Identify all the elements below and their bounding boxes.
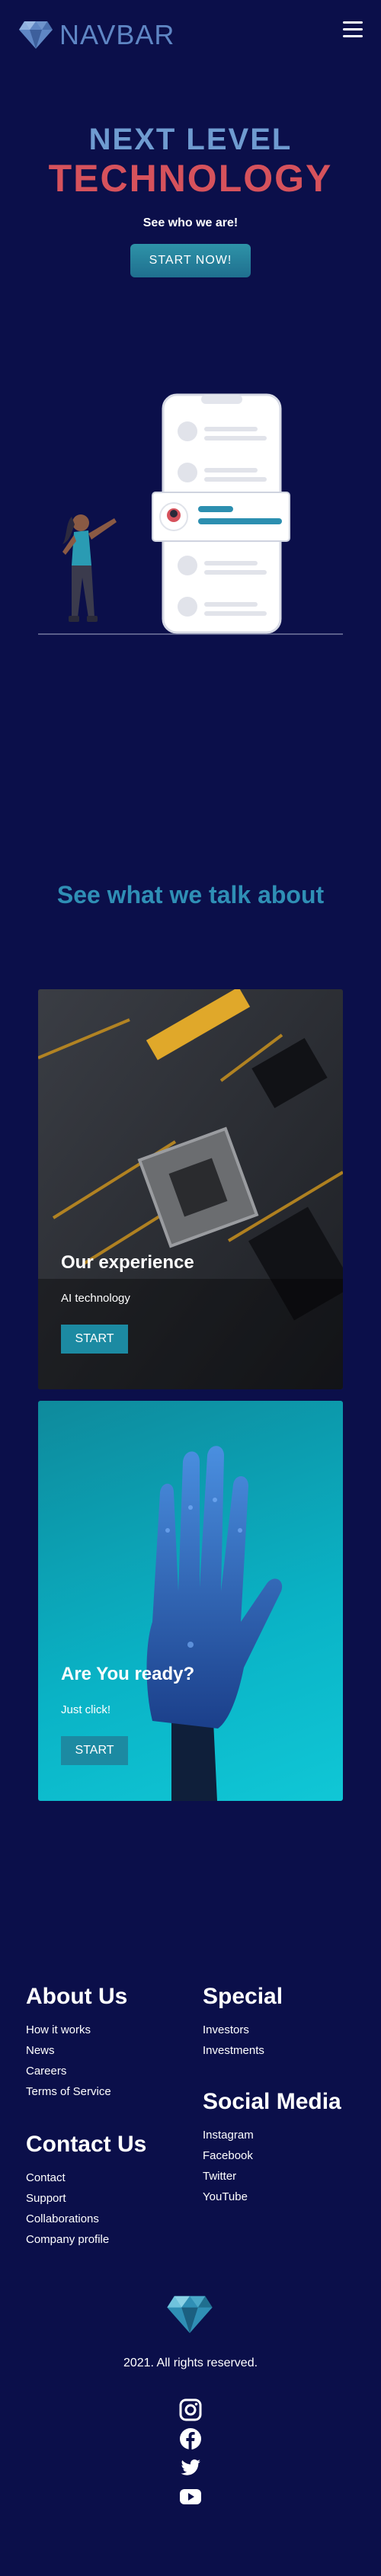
social-icons [177, 2398, 204, 2514]
footer-social-heading: Social Media [203, 2089, 341, 2114]
footer-contact: Contact Us Contact Support Collaboration… [26, 2131, 146, 2250]
hero-subtitle: See who we are! [142, 216, 239, 229]
footer-link[interactable]: Instagram [203, 2125, 341, 2145]
diamond-icon [167, 2296, 213, 2334]
footer-link[interactable]: Collaborations [26, 2209, 146, 2229]
footer-link[interactable]: News [26, 2040, 127, 2061]
footer-link[interactable]: Contact [26, 2167, 146, 2188]
footer-special-heading: Special [203, 1984, 283, 2009]
hamburger-menu-icon[interactable] [343, 21, 363, 38]
hero: NEXT LEVEL TECHNOLOGY See who we are! ST… [0, 122, 381, 277]
footer-link[interactable]: YouTube [203, 2187, 341, 2207]
card-title: Our experience [61, 1252, 194, 1273]
footer-link[interactable]: Terms of Service [26, 2081, 127, 2102]
footer-link[interactable]: Twitter [203, 2166, 341, 2187]
footer-link[interactable]: Company profile [26, 2229, 146, 2250]
footer-contact-heading: Contact Us [26, 2132, 147, 2157]
instagram-icon[interactable] [178, 2398, 203, 2422]
hero-title-line2: TECHNOLOGY [48, 157, 333, 200]
card-start-button[interactable]: START [61, 1325, 128, 1354]
brand-link[interactable]: NAVBAR [18, 20, 174, 50]
diamond-icon [19, 21, 53, 49]
footer-link[interactable]: Investments [203, 2040, 283, 2061]
footer-social: Social Media Instagram Facebook Twitter … [203, 2088, 341, 2207]
footer-link[interactable]: How it works [26, 2020, 127, 2040]
footer-special: Special Investors Investments [203, 1983, 283, 2061]
footer-about-heading: About Us [26, 1984, 128, 2009]
brand-name: NAVBAR [59, 19, 175, 50]
twitter-icon[interactable] [178, 2456, 203, 2480]
card-subtitle: AI technology [61, 1292, 130, 1305]
section-title: See what we talk about [56, 881, 325, 908]
copyright-text: 2021. All rights reserved. [123, 2357, 258, 2369]
experience-card: Our experience AI technology START [38, 989, 343, 1389]
hero-illustration [38, 393, 343, 635]
start-now-button[interactable]: START NOW! [130, 244, 251, 277]
footer-link[interactable]: Investors [203, 2020, 283, 2040]
footer-about: About Us How it works News Careers Terms… [26, 1983, 127, 2102]
footer-link[interactable]: Support [26, 2188, 146, 2209]
footer-link[interactable]: Careers [26, 2061, 127, 2081]
navbar: NAVBAR [0, 0, 381, 70]
card-subtitle: Just click! [61, 1703, 111, 1716]
facebook-icon[interactable] [178, 2427, 203, 2451]
footer-link[interactable]: Facebook [203, 2145, 341, 2166]
card-title: Are You ready? [61, 1664, 195, 1684]
hero-title-line1: NEXT LEVEL [88, 123, 293, 156]
youtube-icon[interactable] [178, 2485, 203, 2509]
card-start-button[interactable]: START [61, 1736, 128, 1765]
ready-card: Are You ready? Just click! START [38, 1401, 343, 1801]
